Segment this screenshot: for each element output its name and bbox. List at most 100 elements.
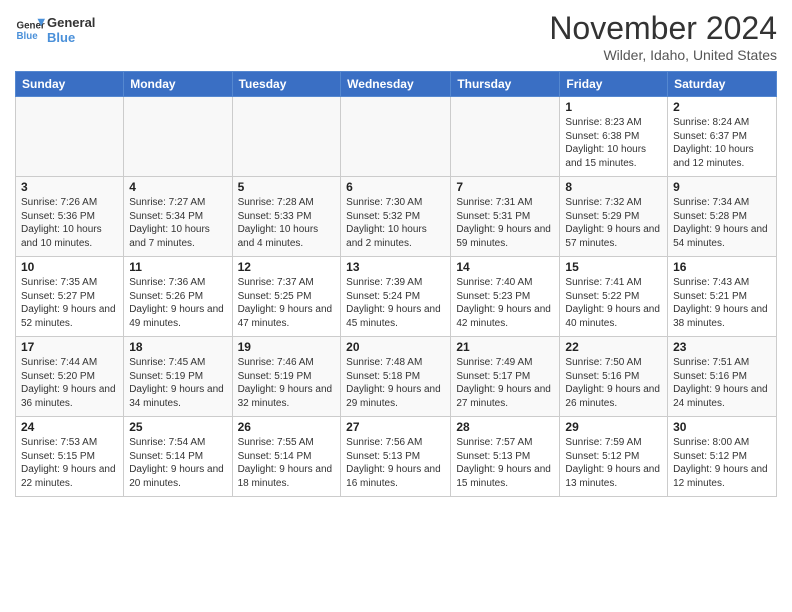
calendar: SundayMondayTuesdayWednesdayThursdayFrid… — [15, 71, 777, 497]
day-cell: 2 Sunrise: 8:24 AM Sunset: 6:37 PM Daylig… — [668, 97, 777, 177]
day-number: 29 — [565, 420, 662, 434]
day-number: 11 — [129, 260, 226, 274]
day-number: 28 — [456, 420, 554, 434]
day-header-sunday: Sunday — [16, 72, 124, 97]
header: General Blue General Blue November 2024 … — [15, 10, 777, 63]
day-header-thursday: Thursday — [451, 72, 560, 97]
day-info: Sunrise: 7:26 AM Sunset: 5:36 PM Dayligh… — [21, 196, 118, 250]
day-cell: 15 Sunrise: 7:41 AM Sunset: 5:22 PM Dayli… — [560, 257, 668, 337]
day-number: 3 — [21, 180, 118, 194]
day-cell: 22 Sunrise: 7:50 AM Sunset: 5:16 PM Dayli… — [560, 337, 668, 417]
title-area: November 2024 Wilder, Idaho, United Stat… — [549, 10, 777, 63]
day-number: 16 — [673, 260, 771, 274]
day-cell: 11 Sunrise: 7:36 AM Sunset: 5:26 PM Dayli… — [124, 257, 232, 337]
day-number: 27 — [346, 420, 445, 434]
day-cell — [341, 97, 451, 177]
day-info: Sunrise: 7:57 AM Sunset: 5:13 PM Dayligh… — [456, 436, 554, 490]
week-row-3: 17 Sunrise: 7:44 AM Sunset: 5:20 PM Dayli… — [16, 337, 777, 417]
day-number: 9 — [673, 180, 771, 194]
day-info: Sunrise: 7:54 AM Sunset: 5:14 PM Dayligh… — [129, 436, 226, 490]
day-info: Sunrise: 7:39 AM Sunset: 5:24 PM Dayligh… — [346, 276, 445, 330]
day-number: 7 — [456, 180, 554, 194]
day-info: Sunrise: 7:48 AM Sunset: 5:18 PM Dayligh… — [346, 356, 445, 410]
day-info: Sunrise: 7:34 AM Sunset: 5:28 PM Dayligh… — [673, 196, 771, 250]
day-info: Sunrise: 7:44 AM Sunset: 5:20 PM Dayligh… — [21, 356, 118, 410]
day-info: Sunrise: 7:41 AM Sunset: 5:22 PM Dayligh… — [565, 276, 662, 330]
day-info: Sunrise: 7:35 AM Sunset: 5:27 PM Dayligh… — [21, 276, 118, 330]
week-row-0: 1Sunrise: 8:23 AM Sunset: 6:38 PM Daylig… — [16, 97, 777, 177]
logo-line2: Blue — [47, 30, 95, 45]
day-cell: 20 Sunrise: 7:48 AM Sunset: 5:18 PM Dayli… — [341, 337, 451, 417]
day-cell — [16, 97, 124, 177]
day-cell: 7 Sunrise: 7:31 AM Sunset: 5:31 PM Daylig… — [451, 177, 560, 257]
day-info: Sunrise: 7:37 AM Sunset: 5:25 PM Dayligh… — [238, 276, 336, 330]
day-cell: 23Sunrise: 7:51 AM Sunset: 5:16 PM Dayli… — [668, 337, 777, 417]
day-cell: 29 Sunrise: 7:59 AM Sunset: 5:12 PM Dayli… — [560, 417, 668, 497]
day-number: 20 — [346, 340, 445, 354]
day-info: Sunrise: 7:30 AM Sunset: 5:32 PM Dayligh… — [346, 196, 445, 250]
day-cell: 28 Sunrise: 7:57 AM Sunset: 5:13 PM Dayli… — [451, 417, 560, 497]
day-cell: 3 Sunrise: 7:26 AM Sunset: 5:36 PM Daylig… — [16, 177, 124, 257]
day-number: 18 — [129, 340, 226, 354]
day-number: 10 — [21, 260, 118, 274]
day-number: 25 — [129, 420, 226, 434]
day-cell — [451, 97, 560, 177]
day-number: 22 — [565, 340, 662, 354]
day-info: Sunrise: 7:27 AM Sunset: 5:34 PM Dayligh… — [129, 196, 226, 250]
day-number: 21 — [456, 340, 554, 354]
day-info: Sunrise: 7:56 AM Sunset: 5:13 PM Dayligh… — [346, 436, 445, 490]
day-info: Sunrise: 7:31 AM Sunset: 5:31 PM Dayligh… — [456, 196, 554, 250]
day-cell: 30 Sunrise: 8:00 AM Sunset: 5:12 PM Dayli… — [668, 417, 777, 497]
day-cell: 13 Sunrise: 7:39 AM Sunset: 5:24 PM Dayli… — [341, 257, 451, 337]
day-number: 12 — [238, 260, 336, 274]
day-info: Sunrise: 8:00 AM Sunset: 5:12 PM Dayligh… — [673, 436, 771, 490]
month-title: November 2024 — [549, 10, 777, 47]
day-info: Sunrise: 8:24 AM Sunset: 6:37 PM Dayligh… — [673, 116, 771, 170]
page: General Blue General Blue November 2024 … — [0, 0, 792, 507]
day-number: 13 — [346, 260, 445, 274]
day-number: 19 — [238, 340, 336, 354]
day-cell: 16 Sunrise: 7:43 AM Sunset: 5:21 PM Dayli… — [668, 257, 777, 337]
day-cell: 18 Sunrise: 7:45 AM Sunset: 5:19 PM Dayli… — [124, 337, 232, 417]
day-info: Sunrise: 7:59 AM Sunset: 5:12 PM Dayligh… — [565, 436, 662, 490]
day-cell: 6 Sunrise: 7:30 AM Sunset: 5:32 PM Daylig… — [341, 177, 451, 257]
day-info: Sunrise: 7:49 AM Sunset: 5:17 PM Dayligh… — [456, 356, 554, 410]
day-info: Sunrise: 7:36 AM Sunset: 5:26 PM Dayligh… — [129, 276, 226, 330]
day-number: 6 — [346, 180, 445, 194]
day-info: Sunrise: 7:28 AM Sunset: 5:33 PM Dayligh… — [238, 196, 336, 250]
day-cell: 25 Sunrise: 7:54 AM Sunset: 5:14 PM Dayli… — [124, 417, 232, 497]
day-info: Sunrise: 7:53 AM Sunset: 5:15 PM Dayligh… — [21, 436, 118, 490]
day-info: Sunrise: 8:23 AM Sunset: 6:38 PM Dayligh… — [565, 116, 662, 170]
day-info: Sunrise: 7:50 AM Sunset: 5:16 PM Dayligh… — [565, 356, 662, 410]
day-number: 30 — [673, 420, 771, 434]
day-number: 15 — [565, 260, 662, 274]
day-header-wednesday: Wednesday — [341, 72, 451, 97]
day-info: Sunrise: 7:45 AM Sunset: 5:19 PM Dayligh… — [129, 356, 226, 410]
day-info: Sunrise: 7:43 AM Sunset: 5:21 PM Dayligh… — [673, 276, 771, 330]
day-cell: 24Sunrise: 7:53 AM Sunset: 5:15 PM Dayli… — [16, 417, 124, 497]
location: Wilder, Idaho, United States — [549, 47, 777, 63]
day-cell: 5 Sunrise: 7:28 AM Sunset: 5:33 PM Daylig… — [232, 177, 341, 257]
week-row-1: 3 Sunrise: 7:26 AM Sunset: 5:36 PM Daylig… — [16, 177, 777, 257]
logo-icon: General Blue — [15, 15, 45, 45]
day-number: 2 — [673, 100, 771, 114]
day-number: 26 — [238, 420, 336, 434]
logo: General Blue General Blue — [15, 15, 95, 45]
week-row-4: 24Sunrise: 7:53 AM Sunset: 5:15 PM Dayli… — [16, 417, 777, 497]
day-cell: 12 Sunrise: 7:37 AM Sunset: 5:25 PM Dayli… — [232, 257, 341, 337]
day-cell: 26 Sunrise: 7:55 AM Sunset: 5:14 PM Dayli… — [232, 417, 341, 497]
day-cell: 1Sunrise: 8:23 AM Sunset: 6:38 PM Daylig… — [560, 97, 668, 177]
day-header-tuesday: Tuesday — [232, 72, 341, 97]
day-number: 8 — [565, 180, 662, 194]
day-cell: 27 Sunrise: 7:56 AM Sunset: 5:13 PM Dayli… — [341, 417, 451, 497]
week-row-2: 10 Sunrise: 7:35 AM Sunset: 5:27 PM Dayli… — [16, 257, 777, 337]
day-cell: 14Sunrise: 7:40 AM Sunset: 5:23 PM Dayli… — [451, 257, 560, 337]
day-info: Sunrise: 7:46 AM Sunset: 5:19 PM Dayligh… — [238, 356, 336, 410]
day-info: Sunrise: 7:32 AM Sunset: 5:29 PM Dayligh… — [565, 196, 662, 250]
day-number: 17 — [21, 340, 118, 354]
day-number: 5 — [238, 180, 336, 194]
day-info: Sunrise: 7:51 AM Sunset: 5:16 PM Dayligh… — [673, 356, 771, 410]
day-number: 4 — [129, 180, 226, 194]
day-header-monday: Monday — [124, 72, 232, 97]
day-info: Sunrise: 7:55 AM Sunset: 5:14 PM Dayligh… — [238, 436, 336, 490]
